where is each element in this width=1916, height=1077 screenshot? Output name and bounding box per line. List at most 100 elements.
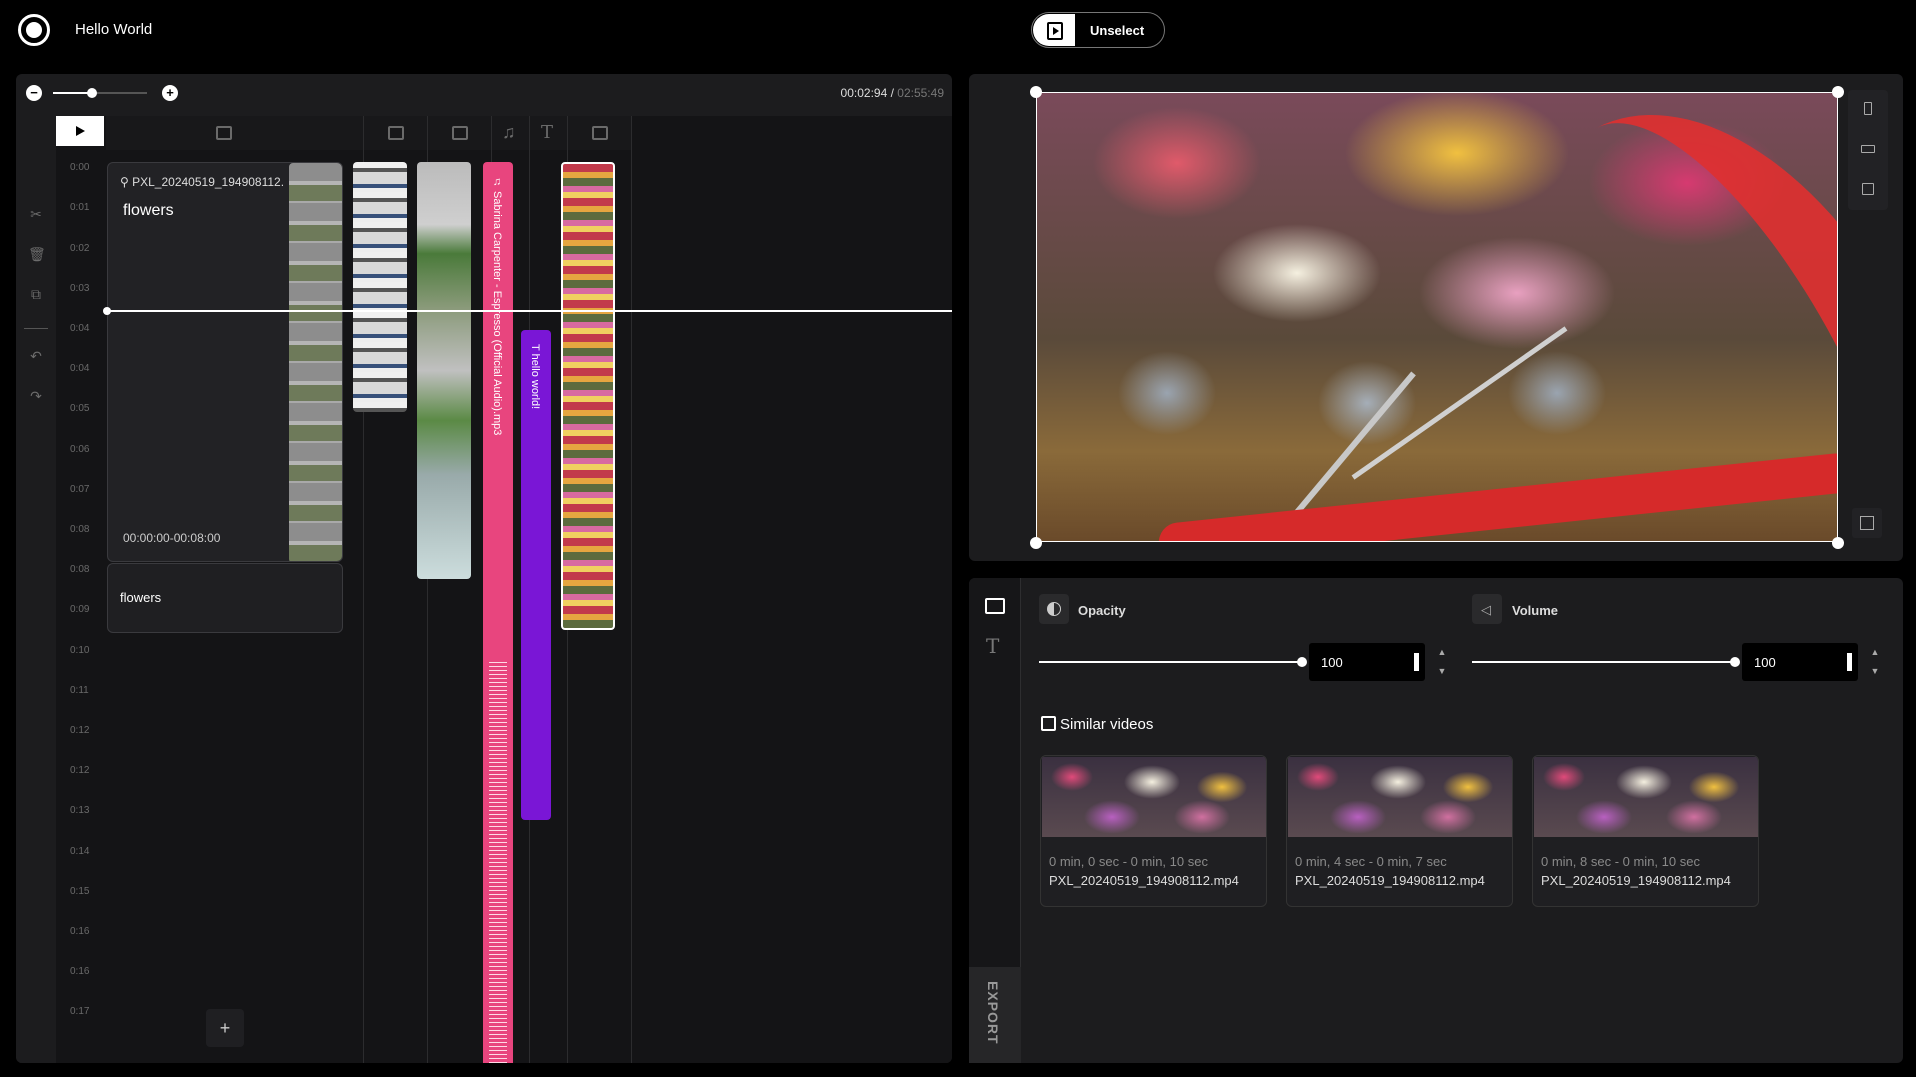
total-time: 02:55:49 bbox=[897, 86, 944, 100]
clip-file-icon: ⚲ bbox=[120, 175, 133, 189]
ruler-tick: 0:05 bbox=[70, 403, 90, 415]
audio-waveform bbox=[489, 662, 507, 1063]
text-track-icon: T bbox=[541, 122, 554, 143]
ruler-tick: 0:03 bbox=[70, 282, 90, 294]
audio-clip-label: ♫ Sabrina Carpenter - Espresso (Official… bbox=[491, 176, 503, 436]
track-header-music: ♫ bbox=[492, 116, 530, 150]
video-clip-flowers[interactable]: ⚲ PXL_20240519_194908112. flowers 00:00:… bbox=[107, 162, 343, 562]
image-track-icon bbox=[388, 126, 404, 140]
resize-handle-bottom-right[interactable] bbox=[1832, 537, 1844, 549]
export-button[interactable]: EXPORT bbox=[969, 967, 1021, 1063]
time-readout: 00:02:94 / 02:55:49 bbox=[841, 86, 944, 100]
similar-video-card[interactable]: 0 min, 4 sec - 0 min, 7 sec PXL_20240519… bbox=[1286, 755, 1513, 907]
preview-video-frame[interactable] bbox=[1036, 92, 1838, 542]
volume-slider[interactable] bbox=[1472, 661, 1736, 663]
zoom-slider-fill bbox=[53, 92, 91, 94]
square-icon[interactable] bbox=[1862, 183, 1874, 195]
ruler-tick: 0:08 bbox=[70, 564, 90, 576]
folder-icon[interactable] bbox=[985, 598, 1005, 614]
duplicate-icon[interactable]: ⧉ bbox=[28, 286, 44, 302]
opacity-stepper[interactable]: ▲ ▼ bbox=[1431, 643, 1453, 681]
time-separator: / bbox=[887, 86, 898, 100]
ruler-tick: 0:12 bbox=[70, 765, 90, 777]
similar-video-card[interactable]: 0 min, 0 sec - 0 min, 10 sec PXL_2024051… bbox=[1040, 755, 1267, 907]
track-header-image bbox=[364, 116, 428, 150]
ruler-tick: 0:04 bbox=[70, 323, 90, 334]
audio-clip[interactable]: ♫ Sabrina Carpenter - Espresso (Official… bbox=[483, 162, 513, 1063]
ruler-tick: 0:00 bbox=[70, 162, 90, 174]
ruler-tick: 0:07 bbox=[70, 483, 90, 495]
unselect-label: Unselect bbox=[1090, 23, 1145, 38]
track-header-text: T bbox=[530, 116, 568, 150]
overlay-text-clip[interactable]: T hello world! bbox=[521, 330, 551, 820]
redo-icon[interactable]: ↷ bbox=[28, 388, 44, 404]
aspect-ratio-toolbar bbox=[1848, 90, 1888, 210]
time-ruler: 0:000:000:010:020:030:040:040:050:060:07… bbox=[56, 116, 106, 1063]
fullscreen-icon[interactable] bbox=[1852, 508, 1882, 538]
similar-video-range: 0 min, 8 sec - 0 min, 10 sec bbox=[1541, 854, 1700, 869]
portrait-icon[interactable] bbox=[1864, 102, 1872, 115]
similar-video-filename: PXL_20240519_194908112.mp4 bbox=[1541, 873, 1731, 888]
image-clip[interactable] bbox=[353, 162, 407, 412]
similar-video-filename: PXL_20240519_194908112.mp4 bbox=[1295, 873, 1485, 888]
video-clip-street[interactable] bbox=[417, 162, 471, 579]
landscape-icon[interactable] bbox=[1861, 145, 1875, 153]
ruler-tick: 0:11 bbox=[70, 684, 89, 696]
undo-icon[interactable]: ↶ bbox=[28, 348, 44, 364]
ruler-tick: 0:15 bbox=[70, 885, 90, 897]
trash-icon[interactable]: 🗑 bbox=[28, 246, 46, 262]
volume-label: Volume bbox=[1512, 603, 1558, 618]
text-clip-label: flowers bbox=[120, 590, 162, 605]
similar-video-range: 0 min, 4 sec - 0 min, 7 sec bbox=[1295, 854, 1447, 869]
similar-videos-icon bbox=[1041, 716, 1056, 731]
unselect-button[interactable]: Unselect bbox=[1031, 12, 1165, 48]
track-header-video bbox=[428, 116, 492, 150]
export-label: EXPORT bbox=[985, 981, 1001, 1045]
add-track-button[interactable]: + bbox=[206, 1009, 244, 1047]
track-header-main bbox=[106, 116, 364, 150]
volume-stepper[interactable]: ▲ ▼ bbox=[1864, 643, 1886, 681]
app-logo[interactable] bbox=[18, 14, 50, 46]
text-clip-flowers[interactable]: flowers bbox=[107, 563, 343, 633]
clip-title: flowers bbox=[123, 202, 174, 219]
ruler-tick: 0:04 bbox=[70, 363, 90, 375]
opacity-slider-knob[interactable] bbox=[1297, 657, 1307, 667]
ruler-tick: 0:02 bbox=[70, 242, 90, 254]
ruler-tick: 0:06 bbox=[70, 443, 90, 455]
similar-videos-heading: Similar videos bbox=[1041, 716, 1153, 733]
ruler-tick: 0:17 bbox=[70, 1006, 90, 1018]
ruler-tick: 0:16 bbox=[70, 926, 90, 937]
opacity-slider[interactable] bbox=[1039, 661, 1303, 663]
zoom-in-button[interactable]: + bbox=[162, 85, 178, 101]
ruler-tick: 0:14 bbox=[70, 845, 90, 857]
ruler-tick: 0:16 bbox=[70, 966, 90, 978]
ruler-tick: 0:13 bbox=[70, 805, 90, 817]
opacity-label: Opacity bbox=[1078, 603, 1126, 618]
resize-handle-bottom-left[interactable] bbox=[1030, 537, 1042, 549]
text-icon[interactable]: T bbox=[986, 634, 999, 658]
ruler-tick: 0:01 bbox=[70, 202, 90, 214]
music-track-icon: ♫ bbox=[502, 122, 516, 142]
playhead[interactable] bbox=[103, 307, 952, 315]
opacity-input[interactable]: 100 bbox=[1309, 643, 1425, 681]
ruler-tick: 0:08 bbox=[70, 524, 90, 535]
similar-video-filename: PXL_20240519_194908112.mp4 bbox=[1049, 873, 1239, 888]
volume-icon: ◁ bbox=[1472, 594, 1502, 624]
video-track-icon bbox=[216, 126, 232, 140]
similar-video-card[interactable]: 0 min, 8 sec - 0 min, 10 sec PXL_2024051… bbox=[1532, 755, 1759, 907]
scissors-icon[interactable]: ✂ bbox=[28, 206, 44, 222]
video-track-icon bbox=[452, 126, 468, 140]
video-track-icon bbox=[592, 126, 608, 140]
edit-toolbar: ✂ 🗑 ⧉ ↶ ↷ bbox=[16, 116, 56, 1063]
similar-video-thumbnail bbox=[1042, 757, 1266, 837]
current-time: 00:02:94 bbox=[840, 86, 888, 100]
resize-handle-top-right[interactable] bbox=[1832, 86, 1844, 98]
video-clip-selected[interactable] bbox=[561, 162, 615, 630]
play-button[interactable] bbox=[56, 116, 104, 146]
zoom-slider-knob[interactable] bbox=[87, 88, 97, 98]
resize-handle-top-left[interactable] bbox=[1030, 86, 1042, 98]
zoom-out-button[interactable]: − bbox=[26, 85, 42, 101]
volume-input[interactable]: 100 bbox=[1742, 643, 1858, 681]
volume-slider-knob[interactable] bbox=[1730, 657, 1740, 667]
clip-thumbnail-strip bbox=[289, 163, 342, 561]
